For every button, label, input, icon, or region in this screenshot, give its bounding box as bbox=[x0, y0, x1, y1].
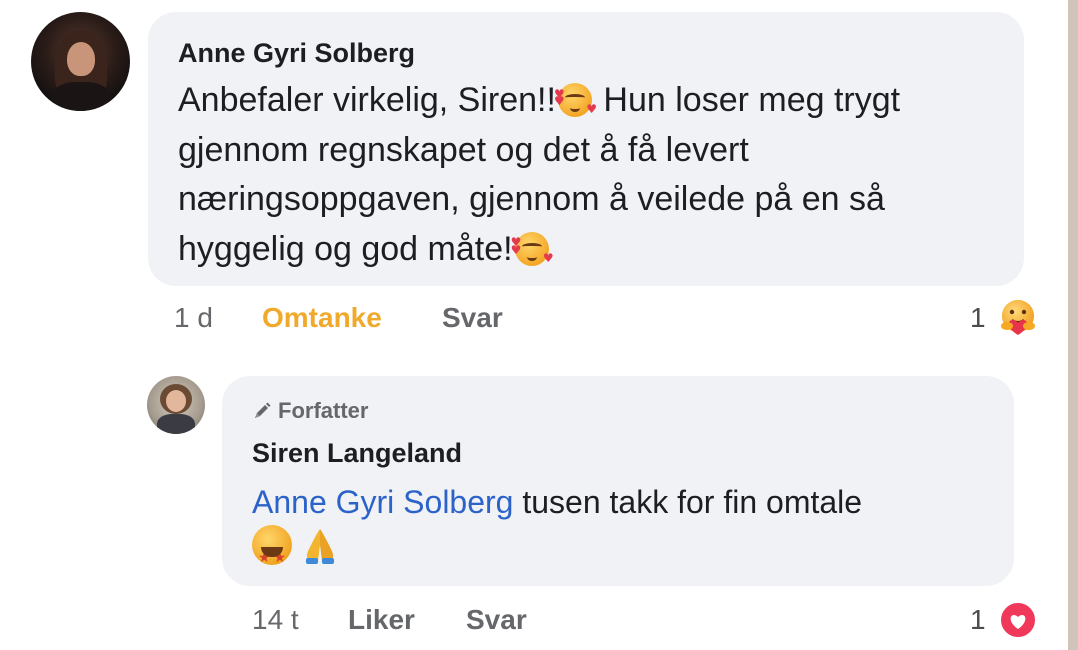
reply-button[interactable]: Svar bbox=[466, 604, 527, 636]
star-struck-icon: ★ ★ bbox=[252, 525, 292, 566]
folded-hands-icon bbox=[306, 529, 334, 564]
comment-thread: Anne Gyri Solberg Anbefaler virkelig, Si… bbox=[0, 0, 1068, 650]
reply-text: Anne Gyri Solberg tusen takk for fin omt… bbox=[252, 479, 992, 571]
comment-bubble: Anne Gyri Solberg Anbefaler virkelig, Si… bbox=[148, 12, 1024, 286]
reply-author-name[interactable]: Siren Langeland bbox=[252, 438, 462, 469]
background-edge bbox=[1068, 0, 1078, 650]
avatar-face bbox=[67, 42, 95, 76]
avatar-body bbox=[157, 414, 195, 434]
smiling-face-with-hearts-icon: ♥ ♥ ♥ bbox=[554, 83, 597, 117]
comment-text-part1: Anbefaler virkelig, Siren!! bbox=[178, 81, 556, 119]
mention-link[interactable]: Anne Gyri Solberg bbox=[252, 484, 513, 520]
reply-timestamp[interactable]: 14 t bbox=[252, 604, 299, 636]
pen-icon bbox=[255, 402, 271, 418]
like-button[interactable]: Liker bbox=[348, 604, 415, 636]
reply-button[interactable]: Svar bbox=[442, 302, 503, 334]
avatar-face bbox=[166, 390, 186, 412]
avatar-siren[interactable] bbox=[147, 376, 205, 434]
care-reaction-button[interactable]: Omtanke bbox=[262, 302, 382, 334]
care-emoji-icon[interactable] bbox=[998, 298, 1038, 338]
comment-timestamp[interactable]: 1 d bbox=[174, 302, 213, 334]
reaction-count[interactable]: 1 bbox=[970, 302, 986, 334]
love-heart-icon[interactable] bbox=[998, 600, 1038, 640]
comment-text: Anbefaler virkelig, Siren!! ♥ ♥ ♥ Hun lose… bbox=[178, 76, 1018, 274]
comment-author-name[interactable]: Anne Gyri Solberg bbox=[178, 38, 415, 69]
author-badge-label: Forfatter bbox=[278, 398, 369, 423]
avatar-anne[interactable] bbox=[31, 12, 130, 111]
author-badge: Forfatter bbox=[252, 398, 368, 424]
reply-text-body: tusen takk for fin omtale bbox=[522, 484, 863, 520]
reaction-count[interactable]: 1 bbox=[970, 604, 986, 636]
smiling-face-with-hearts-icon: ♥ ♥ ♥ bbox=[511, 231, 554, 266]
reply-bubble: Forfatter Siren Langeland Anne Gyri Solb… bbox=[222, 376, 1014, 586]
avatar-body bbox=[51, 82, 111, 111]
